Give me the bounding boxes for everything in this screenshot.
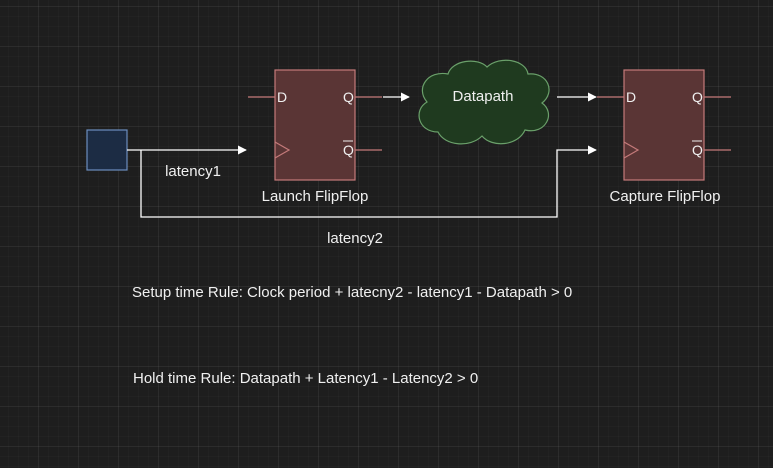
clock-source-block[interactable] — [86, 129, 128, 171]
launch-q-pin-label: Q — [343, 89, 354, 105]
launch-d-pin-label: D — [277, 89, 287, 105]
capture-q-pin-label: Q — [692, 89, 703, 105]
capture-flipflop-label: Capture FlipFlop — [610, 188, 721, 205]
clock-to-capture-wire — [140, 145, 597, 218]
capture-qbar-pin-label: Q — [692, 142, 703, 158]
hold-time-rule: Hold time Rule: Datapath + Latency1 - La… — [133, 370, 478, 387]
launch-flipflop-label: Launch FlipFlop — [262, 188, 369, 205]
capture-flipflop-body[interactable] — [623, 69, 705, 181]
capture-d-pin-label: D — [626, 89, 636, 105]
latency1-label: latency1 — [165, 163, 221, 180]
datapath-cloud[interactable]: Datapath — [418, 59, 550, 145]
launch-flipflop-body[interactable] — [274, 69, 356, 181]
launch-flipflop[interactable]: D Q Q Launch FlipFlop — [248, 69, 382, 205]
launch-qbar-pin-label: Q — [343, 142, 354, 158]
capture-flipflop[interactable]: D Q Q Capture FlipFlop — [597, 69, 731, 205]
datapath-label: Datapath — [453, 88, 514, 105]
timing-diagram-canvas: D Q Q Launch FlipFlop D Q Q Capture Flip… — [86, 59, 731, 387]
setup-time-rule: Setup time Rule: Clock period + latecny2… — [132, 284, 572, 301]
latency2-label: latency2 — [327, 230, 383, 247]
